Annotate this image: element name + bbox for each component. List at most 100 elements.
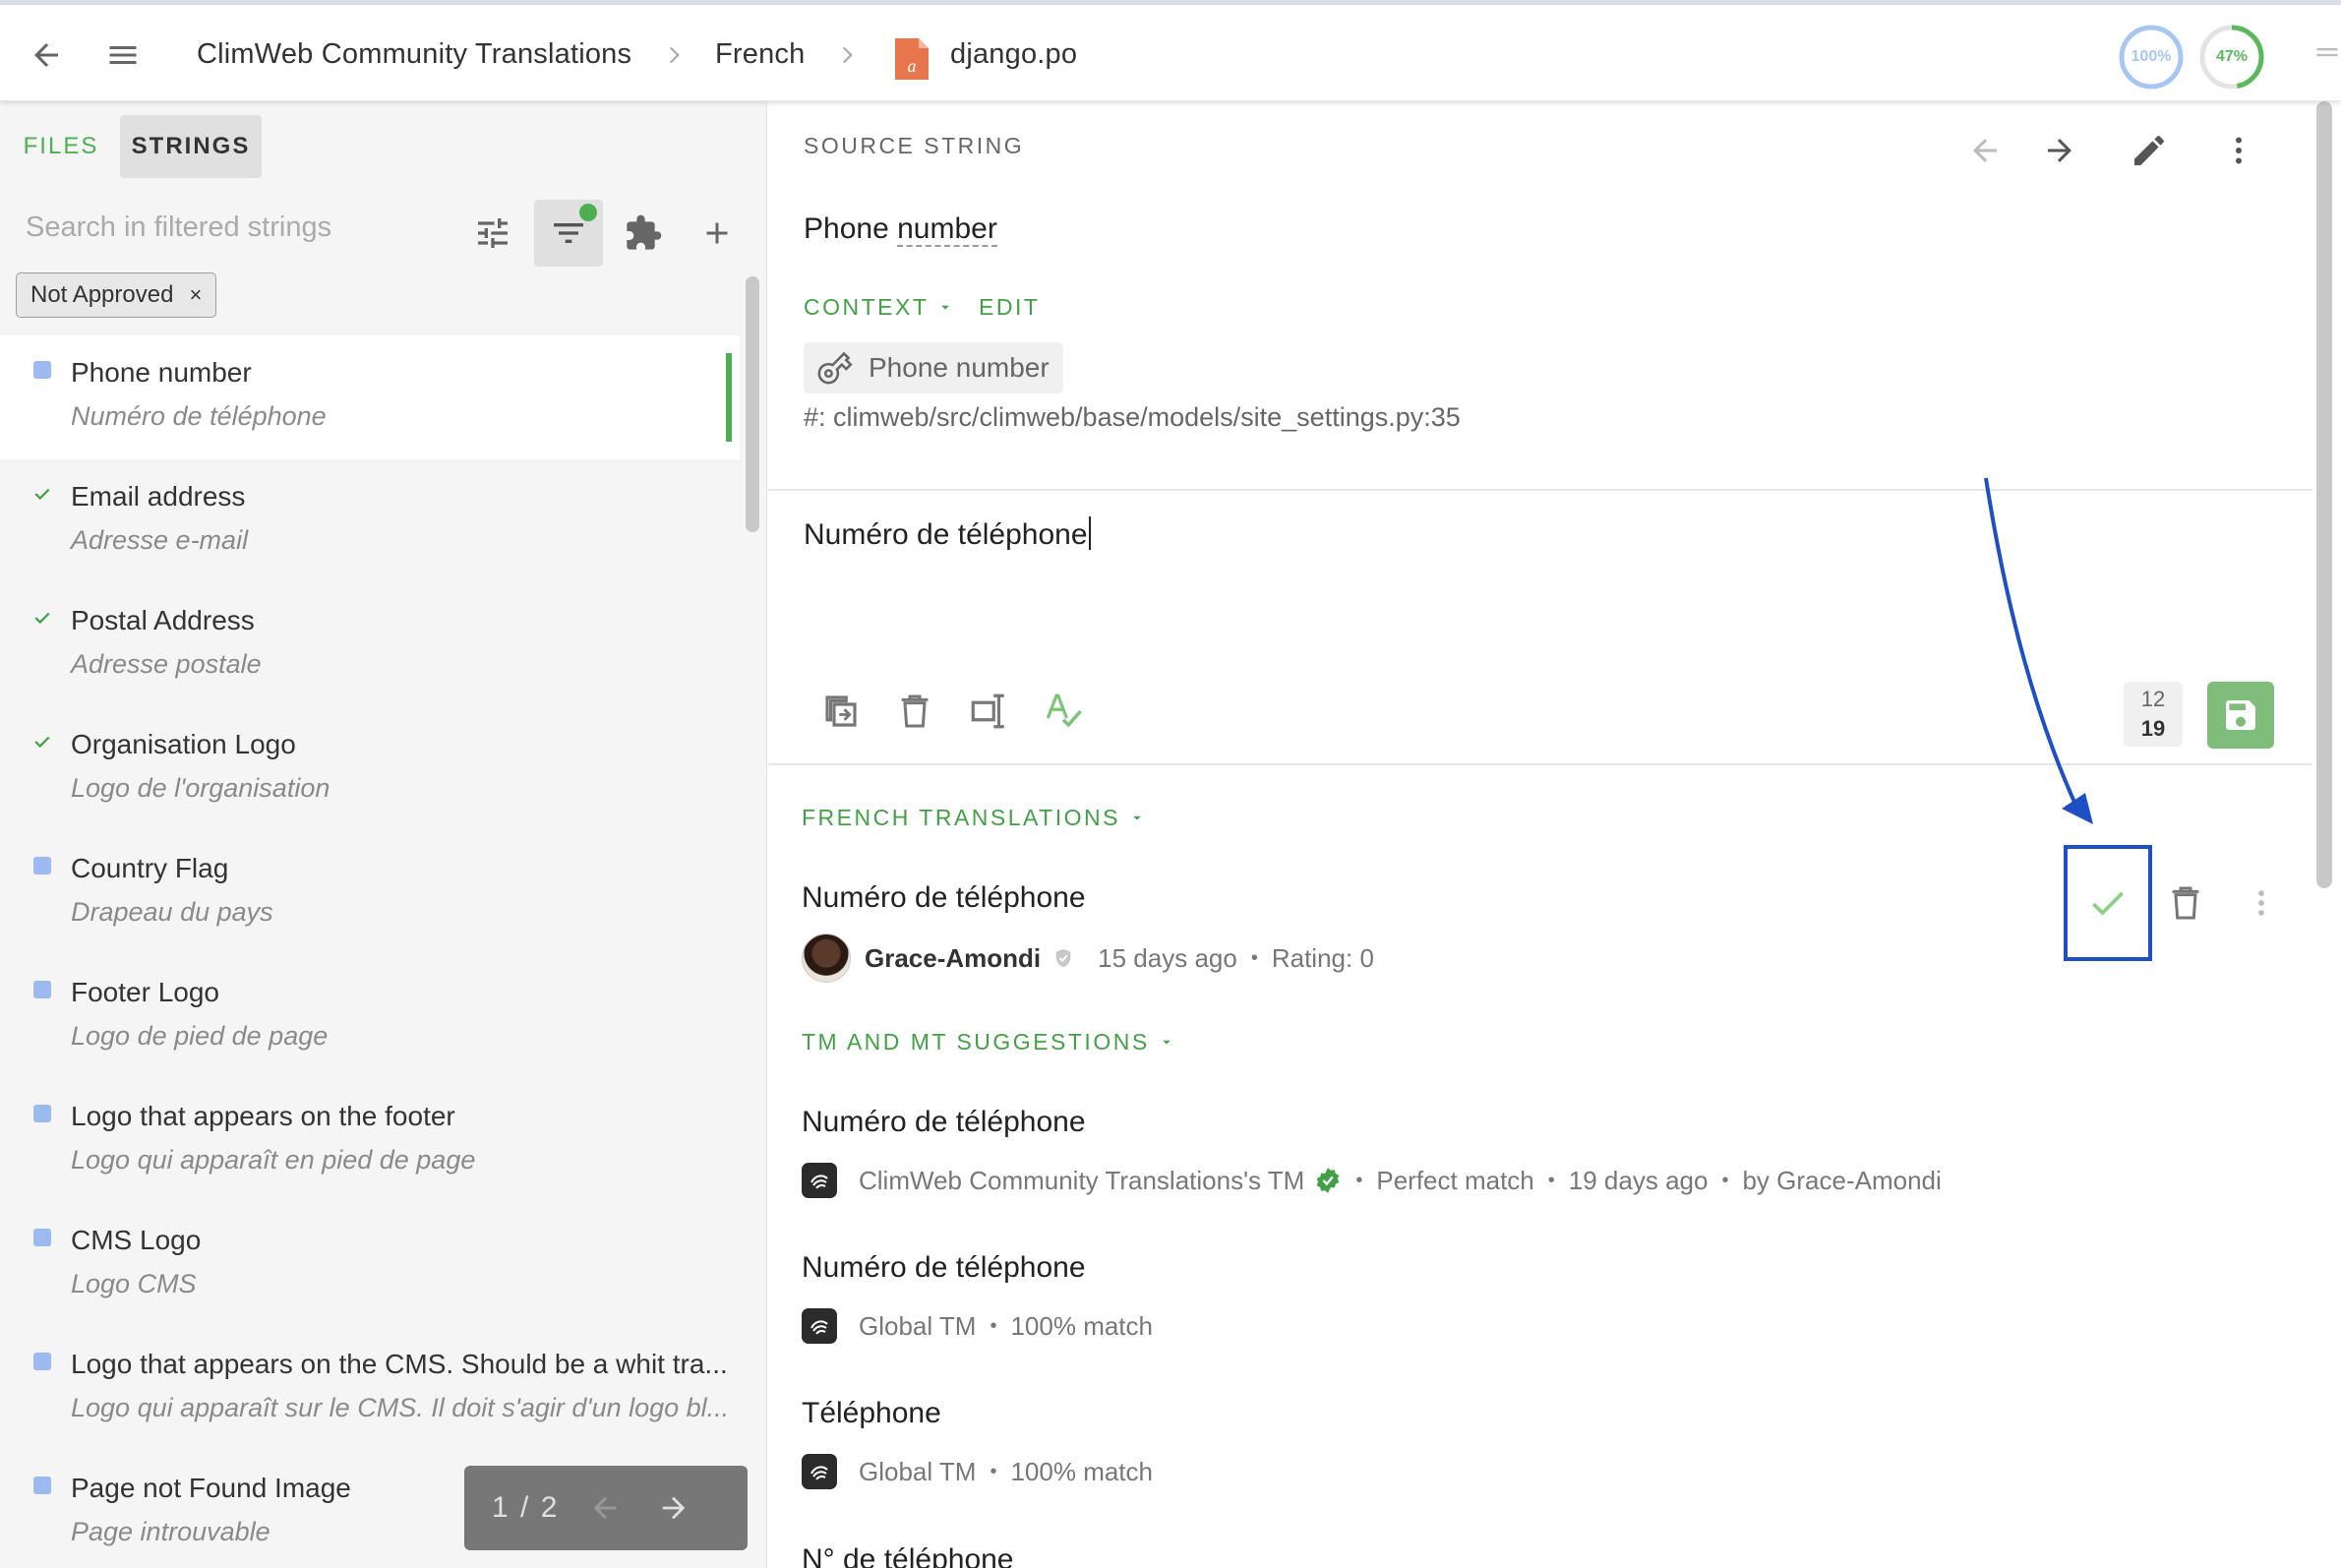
suggestion-author: by Grace-Amondi bbox=[1742, 1165, 1942, 1195]
suggestion-match: Perfect match bbox=[1376, 1165, 1534, 1195]
existing-translation-text: Numéro de téléphone bbox=[802, 881, 1086, 914]
filter-icon[interactable] bbox=[534, 200, 603, 267]
more-vertical-icon[interactable] bbox=[2234, 875, 2289, 931]
list-item[interactable]: Phone number Numéro de téléphone bbox=[0, 335, 740, 459]
save-button[interactable] bbox=[2207, 682, 2274, 749]
meta-separator: • bbox=[1250, 946, 1258, 969]
suggestion-meta: Global TM • 100% match bbox=[802, 1301, 1153, 1351]
context-toggle[interactable]: CONTEXT bbox=[804, 294, 954, 321]
translation-meta: Grace-Amondi 15 days ago • Rating: 0 bbox=[802, 934, 1374, 983]
string-translation: Logo qui apparaît sur le CMS. Il doit s'… bbox=[71, 1393, 730, 1422]
puzzle-icon[interactable] bbox=[609, 200, 678, 267]
arrow-left-icon[interactable] bbox=[570, 1478, 639, 1538]
approve-check-icon[interactable] bbox=[2086, 881, 2130, 925]
copy-source-icon[interactable] bbox=[813, 684, 869, 739]
filter-active-dot bbox=[579, 204, 597, 221]
breadcrumb-project[interactable]: ClimWeb Community Translations bbox=[197, 38, 631, 71]
divider bbox=[768, 489, 2312, 491]
suggestions-toggle[interactable]: TM AND MT SUGGESTIONS bbox=[802, 1029, 1175, 1055]
string-source: Footer Logo bbox=[71, 977, 219, 1007]
string-translation: Drapeau du pays bbox=[71, 897, 273, 927]
suggestion-time: 19 days ago bbox=[1568, 1165, 1709, 1195]
list-item[interactable]: Logo that appears on the CMS. Should be … bbox=[0, 1327, 740, 1451]
tab-strings[interactable]: STRINGS bbox=[120, 115, 262, 178]
string-source: Organisation Logo bbox=[71, 729, 296, 759]
translated-progress-ring[interactable]: 100% bbox=[2117, 23, 2186, 91]
side-menu-icon[interactable] bbox=[2313, 34, 2341, 76]
previous-string-icon[interactable] bbox=[1957, 123, 2012, 178]
list-item[interactable]: Footer Logo Logo de pied de page bbox=[0, 955, 740, 1079]
climweb-logo-icon bbox=[802, 1308, 837, 1344]
list-item[interactable]: Postal Address Adresse postale bbox=[0, 583, 740, 707]
string-key: Phone number bbox=[804, 342, 1063, 393]
close-icon[interactable]: × bbox=[189, 282, 202, 308]
more-vertical-icon[interactable] bbox=[2211, 123, 2266, 178]
po-file-icon: a bbox=[895, 38, 929, 80]
climweb-logo-icon bbox=[802, 1163, 837, 1198]
text-caret bbox=[1088, 516, 1091, 550]
suggestion-match: 100% match bbox=[1010, 1310, 1153, 1341]
untranslated-marker-icon bbox=[33, 981, 51, 998]
list-item[interactable]: Country Flag Drapeau du pays bbox=[0, 831, 740, 955]
string-source: Logo that appears on the CMS. Should be … bbox=[71, 1349, 728, 1379]
french-translations-toggle[interactable]: FRENCH TRANSLATIONS bbox=[802, 805, 1146, 831]
string-translation: Logo de l'organisation bbox=[71, 773, 330, 803]
target-char-count: 19 bbox=[2140, 716, 2166, 741]
pagination: 1 / 2 bbox=[464, 1466, 748, 1550]
list-item[interactable]: Logo that appears on the footer Logo qui … bbox=[0, 1079, 740, 1203]
spellcheck-icon[interactable] bbox=[1036, 684, 1091, 739]
back-arrow-icon[interactable] bbox=[26, 34, 67, 76]
meta-separator: • bbox=[1355, 1169, 1363, 1191]
scrollbar[interactable] bbox=[2316, 101, 2332, 888]
approved-check-icon bbox=[34, 488, 50, 501]
breadcrumb-file[interactable]: django.po bbox=[950, 38, 1077, 71]
chevron-right-icon bbox=[661, 40, 687, 70]
suggestion-text[interactable]: Numéro de téléphone bbox=[802, 1106, 1086, 1139]
approved-progress-ring[interactable]: 47% bbox=[2197, 23, 2266, 91]
translation-author[interactable]: Grace-Amondi bbox=[865, 943, 1041, 974]
trash-icon[interactable] bbox=[887, 684, 942, 739]
search-input[interactable]: Search in filtered strings bbox=[26, 211, 439, 244]
string-translation: Logo qui apparaît en pied de page bbox=[71, 1145, 476, 1175]
suggestion-text[interactable]: N° de téléphone bbox=[802, 1543, 1014, 1568]
caret-down-icon bbox=[941, 305, 950, 309]
sliders-icon[interactable] bbox=[458, 200, 527, 267]
delete-translation-icon[interactable] bbox=[2158, 875, 2213, 931]
pencil-icon[interactable] bbox=[2122, 123, 2177, 178]
string-source: Page not Found Image bbox=[71, 1473, 351, 1503]
translation-editor[interactable]: Numéro de téléphone bbox=[804, 516, 1091, 552]
add-icon[interactable] bbox=[683, 200, 751, 267]
filter-chip-not-approved[interactable]: Not Approved × bbox=[16, 272, 217, 318]
rtl-toggle-icon[interactable] bbox=[961, 684, 1016, 739]
next-string-icon[interactable] bbox=[2032, 123, 2087, 178]
list-item[interactable]: Organisation Logo Logo de l'organisation bbox=[0, 707, 740, 831]
french-translations-label: FRENCH TRANSLATIONS bbox=[802, 805, 1120, 830]
avatar[interactable] bbox=[802, 934, 851, 983]
suggestion-meta: ClimWeb Community Translations's TM • Pe… bbox=[802, 1156, 1942, 1205]
string-source: Country Flag bbox=[71, 853, 229, 883]
suggestion-text[interactable]: Téléphone bbox=[802, 1397, 941, 1430]
list-item[interactable]: CMS Logo Logo CMS bbox=[0, 1203, 740, 1327]
untranslated-marker-icon bbox=[33, 1229, 51, 1246]
breadcrumb-language[interactable]: French bbox=[715, 38, 805, 71]
suggestion-source: ClimWeb Community Translations's TM bbox=[859, 1165, 1305, 1195]
tab-files[interactable]: FILES bbox=[12, 115, 110, 178]
meta-separator: • bbox=[1547, 1169, 1555, 1191]
approved-check-icon bbox=[34, 736, 50, 749]
strings-panel: FILES STRINGS Search in filtered strings… bbox=[0, 101, 767, 1568]
source-string-glossary-term[interactable]: number bbox=[897, 212, 997, 247]
suggestion-meta: Global TM • 100% match bbox=[802, 1447, 1153, 1496]
list-item[interactable]: Email address Adresse e-mail bbox=[0, 459, 740, 583]
arrow-right-icon[interactable] bbox=[639, 1478, 708, 1538]
edit-context-button[interactable]: EDIT bbox=[979, 294, 1040, 321]
scrollbar[interactable] bbox=[746, 276, 759, 532]
meta-separator: • bbox=[990, 1314, 997, 1337]
untranslated-marker-icon bbox=[33, 1105, 51, 1122]
string-list: Phone number Numéro de téléphone Email add… bbox=[0, 335, 740, 1568]
menu-icon[interactable] bbox=[102, 34, 144, 76]
editor-panel: SOURCE STRING Phone number CONTEXT EDIT … bbox=[768, 101, 2341, 1568]
suggestion-text[interactable]: Numéro de téléphone bbox=[802, 1251, 1086, 1285]
suggestions-label: TM AND MT SUGGESTIONS bbox=[802, 1029, 1150, 1055]
source-string-part: Phone bbox=[804, 212, 898, 245]
verified-check-icon bbox=[1317, 1168, 1340, 1193]
